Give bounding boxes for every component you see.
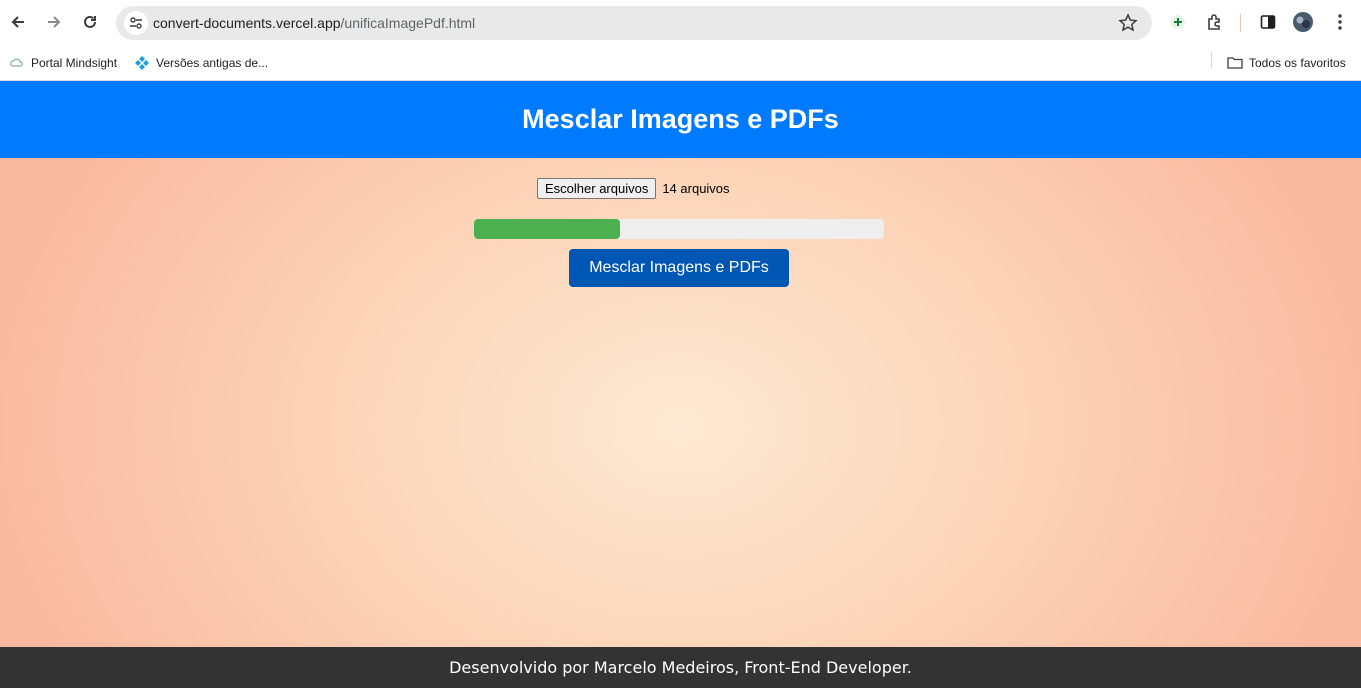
url-text: convert-documents.vercel.app/unificaImag… — [153, 15, 475, 31]
toolbar-divider — [1240, 14, 1241, 32]
cloud-icon — [9, 55, 25, 71]
url-host: convert-documents.vercel.app — [153, 15, 341, 31]
folder-icon — [1227, 55, 1243, 71]
bookmark-label: Versões antigas de... — [156, 56, 269, 70]
url-path: /unificaImagePdf.html — [340, 15, 476, 31]
page-body: Mesclar Imagens e PDFs Escolher arquivos… — [0, 81, 1361, 688]
back-arrow-icon[interactable] — [4, 8, 32, 36]
page-title: Mesclar Imagens e PDFs — [522, 104, 839, 134]
merge-button[interactable]: Mesclar Imagens e PDFs — [569, 249, 789, 287]
progress-bar — [474, 219, 884, 239]
bookmark-portal-mindsight[interactable]: Portal Mindsight — [9, 52, 117, 74]
bookmark-versoes-antigas[interactable]: Versões antigas de... — [134, 52, 268, 74]
file-input: Escolher arquivos 14 arquivos — [537, 178, 730, 199]
forward-arrow-icon[interactable] — [40, 8, 68, 36]
browser-toolbar: convert-documents.vercel.app/unificaImag… — [0, 0, 1361, 46]
page-header: Mesclar Imagens e PDFs — [0, 81, 1361, 158]
progress-bar-fill — [474, 219, 620, 239]
footer-text: Desenvolvido por Marcelo Medeiros, Front… — [449, 658, 912, 677]
file-count-label: 14 arquivos — [662, 181, 730, 196]
reload-icon[interactable] — [76, 8, 104, 36]
diamond-logo-icon — [134, 55, 150, 71]
bookmark-label: Portal Mindsight — [31, 56, 118, 70]
extensions-puzzle-icon[interactable] — [1201, 8, 1229, 36]
address-bar[interactable]: convert-documents.vercel.app/unificaImag… — [116, 6, 1152, 40]
site-settings-icon[interactable] — [124, 11, 148, 35]
more-menu-icon[interactable] — [1326, 8, 1354, 36]
bookmark-star-icon[interactable] — [1118, 13, 1138, 33]
page-footer: Desenvolvido por Marcelo Medeiros, Front… — [0, 647, 1361, 688]
add-extension-icon[interactable] — [1164, 8, 1192, 36]
side-panel-icon[interactable] — [1254, 8, 1282, 36]
bookmarks-divider — [1211, 52, 1212, 68]
all-bookmarks-folder[interactable]: Todos os favoritos — [1227, 52, 1346, 74]
all-bookmarks-label: Todos os favoritos — [1249, 56, 1346, 70]
choose-files-button[interactable]: Escolher arquivos — [537, 178, 657, 199]
bookmarks-bar: Portal Mindsight Versões antigas de... T… — [0, 46, 1361, 81]
profile-avatar[interactable] — [1289, 8, 1317, 36]
